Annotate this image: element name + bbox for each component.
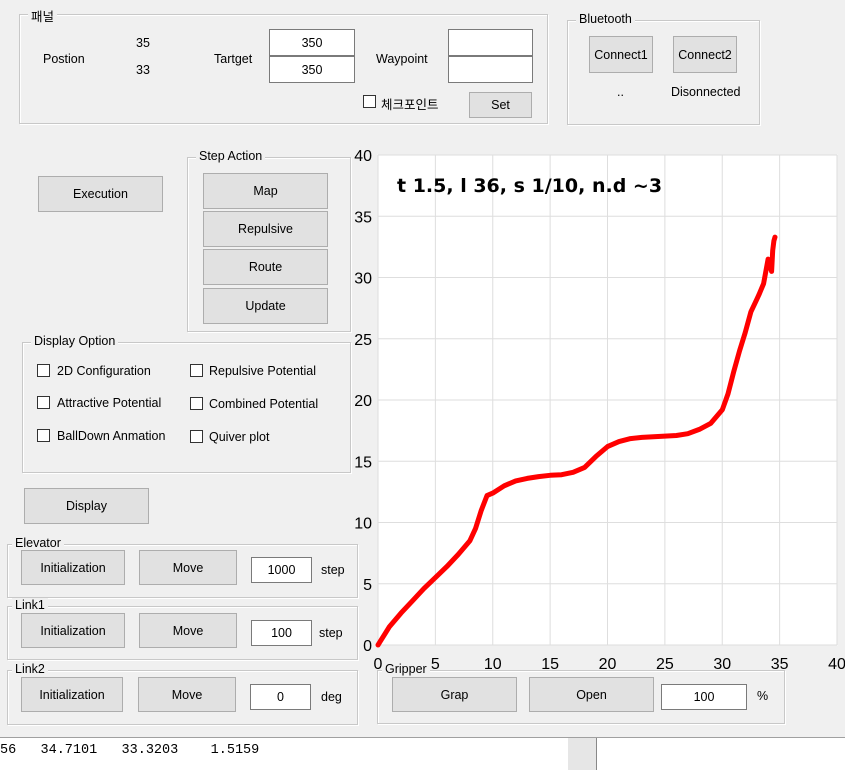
y-tick-label: 20 <box>354 393 372 410</box>
y-tick-label: 35 <box>354 209 372 226</box>
target-label: Tartget <box>214 52 253 66</box>
option-2d-configuration-checkbox[interactable] <box>37 364 50 377</box>
link1-initialization-button[interactable]: Initialization <box>21 613 125 648</box>
gripper-group-title: Gripper <box>382 662 430 676</box>
option-combined-potential-checkbox[interactable] <box>190 397 203 410</box>
link1-step-input[interactable]: 100 <box>251 620 312 646</box>
target-x-field[interactable]: 350 <box>269 29 355 56</box>
position-y-value: 33 <box>136 63 150 77</box>
elevator-group-title: Elevator <box>12 536 64 550</box>
connect2-status: Disonnected <box>671 85 741 99</box>
map-button[interactable]: Map <box>203 173 328 209</box>
gripper-value-input[interactable]: 100 <box>661 684 747 710</box>
link2-move-button[interactable]: Move <box>138 677 236 712</box>
option-attractive-potential-checkbox[interactable] <box>37 396 50 409</box>
step-action-group-title: Step Action <box>196 149 266 163</box>
waypoint-field-1[interactable] <box>448 29 533 56</box>
option-attractive-potential-label: Attractive Potential <box>57 396 162 410</box>
x-tick-label: 40 <box>828 656 845 673</box>
y-tick-label: 30 <box>354 271 372 288</box>
route-button[interactable]: Route <box>203 249 328 285</box>
option-2d-configuration-label: 2D Configuration <box>57 364 151 378</box>
connect1-status: .. <box>617 85 624 99</box>
link2-initialization-button[interactable]: Initialization <box>21 677 123 712</box>
option-quiver-plot-label: Quiver plot <box>209 430 270 444</box>
y-tick-label: 15 <box>354 454 372 471</box>
waypoint-label: Waypoint <box>376 52 428 66</box>
update-button[interactable]: Update <box>203 288 328 324</box>
command-window-output: 56 34.7101 33.3203 1.5159 <box>0 743 260 758</box>
link2-deg-input[interactable]: 0 <box>250 684 311 710</box>
bluetooth-group-title: Bluetooth <box>576 12 635 26</box>
elevator-initialization-button[interactable]: Initialization <box>21 550 125 585</box>
option-combined-potential-label: Combined Potential <box>209 397 319 411</box>
option-balldown-animation-checkbox[interactable] <box>37 429 50 442</box>
link1-unit-label: step <box>319 626 343 640</box>
repulsive-button[interactable]: Repulsive <box>203 211 328 247</box>
waypoint-field-2[interactable] <box>448 56 533 83</box>
option-quiver-plot-checkbox[interactable] <box>190 430 203 443</box>
option-repulsive-potential-checkbox[interactable] <box>190 364 203 377</box>
y-tick-label: 5 <box>363 577 372 594</box>
y-tick-label: 25 <box>354 332 372 349</box>
open-button[interactable]: Open <box>529 677 654 712</box>
link1-group-title: Link1 <box>12 598 48 612</box>
display-option-group-title: Display Option <box>31 334 119 348</box>
plot-axes: 0 5 10 15 20 25 30 35 400510152025303540 t 1.5, … <box>354 148 845 673</box>
y-tick-label: 40 <box>354 148 372 165</box>
position-label: Postion <box>43 52 85 66</box>
connect2-button[interactable]: Connect2 <box>673 36 737 73</box>
option-repulsive-potential-label: Repulsive Potential <box>209 364 317 378</box>
elevator-unit-label: step <box>321 563 345 577</box>
execution-button[interactable]: Execution <box>38 176 163 212</box>
option-balldown-animation-label: BallDown Anmation <box>57 429 166 443</box>
gripper-unit-label: % <box>757 689 769 703</box>
checkpoint-checkbox[interactable] <box>363 95 376 108</box>
elevator-move-button[interactable]: Move <box>139 550 237 585</box>
link2-group-title: Link2 <box>12 662 48 676</box>
display-button[interactable]: Display <box>24 488 149 524</box>
connect1-button[interactable]: Connect1 <box>589 36 653 73</box>
elevator-step-input[interactable]: 1000 <box>251 557 312 583</box>
command-window-scrollbar[interactable] <box>568 738 597 770</box>
position-x-value: 35 <box>136 36 150 50</box>
chart-title: t 1.5, l 36, s 1/10, n.d ~3 <box>397 175 662 197</box>
checkpoint-label: 체크포인트 <box>381 98 439 112</box>
panel-group-title: 패널 <box>28 6 58 25</box>
set-button[interactable]: Set <box>469 92 532 118</box>
link2-unit-label: deg <box>321 690 342 704</box>
command-window-strip: 56 34.7101 33.3203 1.5159 <box>0 737 845 770</box>
target-y-field[interactable]: 350 <box>269 56 355 83</box>
link1-move-button[interactable]: Move <box>139 613 237 648</box>
y-tick-label: 0 <box>363 638 372 655</box>
grap-button[interactable]: Grap <box>392 677 517 712</box>
y-tick-label: 10 <box>354 516 372 533</box>
